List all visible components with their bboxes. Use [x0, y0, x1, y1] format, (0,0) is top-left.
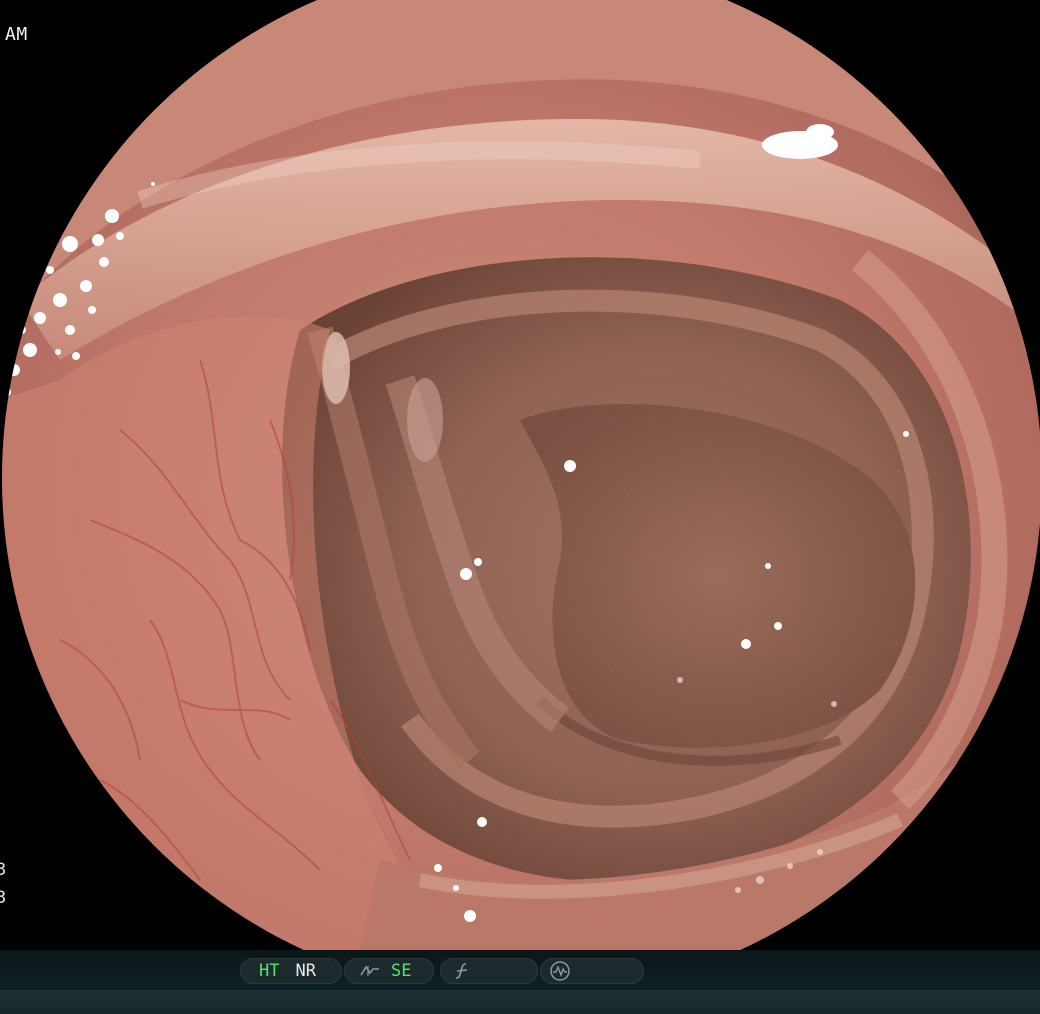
edge-number-bottom: 3 — [0, 888, 7, 908]
status-strip-bottom — [0, 990, 1040, 1014]
endoscope-image — [2, 0, 1040, 950]
corner-label: AM — [5, 24, 28, 45]
structure-enhance-icon — [359, 963, 381, 979]
edge-number-top: 3 — [0, 860, 7, 880]
waveform-circle-icon — [549, 960, 571, 982]
se-label: SE — [391, 961, 412, 981]
function-indicator — [440, 958, 538, 984]
function-icon — [453, 962, 471, 980]
ht-label: HT — [259, 961, 280, 981]
ht-nr-indicator: HT NR — [240, 958, 342, 984]
waveform-indicator — [540, 958, 644, 984]
se-indicator: SE — [344, 958, 434, 984]
status-bar: HT NR SE — [0, 950, 1040, 1014]
nr-label: NR — [295, 961, 316, 981]
